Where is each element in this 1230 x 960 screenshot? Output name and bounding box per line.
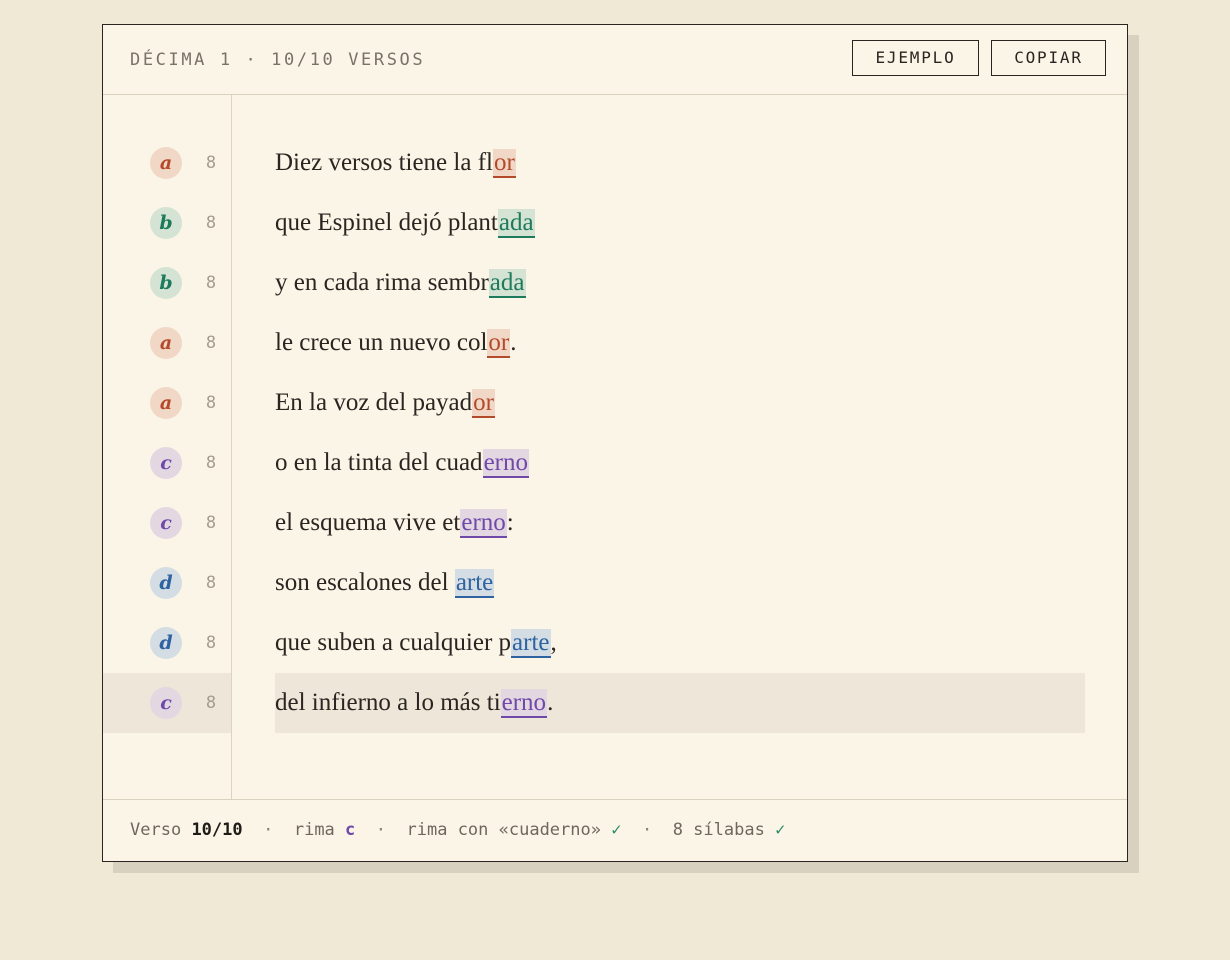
verse-punctuation: . xyxy=(547,689,554,716)
rhyme-ending: erno xyxy=(460,509,507,538)
verse-text: y en cada rima sembr xyxy=(275,269,489,296)
status-separator: · xyxy=(641,820,653,840)
rhyme-ending: ada xyxy=(488,269,526,298)
verse-line[interactable]: Diez versos tiene la flor xyxy=(275,133,1085,193)
verse-line[interactable]: el esquema vive eterno: xyxy=(275,493,1085,553)
status-separator: · xyxy=(263,820,274,840)
rhyme-badge: c xyxy=(150,687,182,719)
rhyme-ending: arte xyxy=(511,629,551,658)
rhyme-badge: d xyxy=(150,627,182,659)
rhyme-ending: erno xyxy=(482,449,529,478)
rhyme-badge: b xyxy=(150,207,182,239)
syllable-count: 8 xyxy=(205,213,217,233)
rhyme-ending: erno xyxy=(500,689,548,718)
gutter-row: c8 xyxy=(103,673,231,733)
gutter-row: b8 xyxy=(103,253,231,313)
decima-title: DÉCIMA 1 · 10/10 VERSOS xyxy=(130,50,426,70)
gutter-row: b8 xyxy=(103,193,231,253)
status-separator: · xyxy=(375,820,387,840)
syllable-count: 8 xyxy=(205,453,217,473)
verse-punctuation: . xyxy=(510,329,517,356)
verse-text: son escalones del xyxy=(275,569,455,596)
status-rhymes-with: rima con «cuaderno» xyxy=(406,820,601,840)
status-verse-count: 10/10 xyxy=(191,820,243,840)
verse-line[interactable]: que Espinel dejó plantada xyxy=(275,193,1085,253)
verse-line[interactable]: y en cada rima sembrada xyxy=(275,253,1085,313)
rhyme-ending: arte xyxy=(454,569,495,598)
syllable-count: 8 xyxy=(205,333,217,353)
verse-text: el esquema vive et xyxy=(275,509,461,536)
syllable-count: 8 xyxy=(205,693,217,713)
verse-line[interactable]: del infierno a lo más tierno. xyxy=(275,673,1085,733)
rhyme-badge: b xyxy=(150,267,182,299)
copy-button[interactable]: COPIAR xyxy=(991,40,1106,76)
check-icon: ✓ xyxy=(611,820,622,840)
verse-editor[interactable]: Diez versos tiene la flor que Espinel dej… xyxy=(232,95,1127,799)
gutter-row: a8 xyxy=(103,313,231,373)
gutter-row: d8 xyxy=(103,613,231,673)
verse-line[interactable]: le crece un nuevo color. xyxy=(275,313,1085,373)
decima-editor-card: DÉCIMA 1 · 10/10 VERSOS EJEMPLO COPIAR a… xyxy=(102,24,1128,862)
syllable-count: 8 xyxy=(205,393,217,413)
syllable-count: 8 xyxy=(205,153,217,173)
verse-text: que Espinel dejó plant xyxy=(275,209,498,236)
syllable-count: 8 xyxy=(205,273,217,293)
verse-text: Diez versos tiene la fl xyxy=(275,149,493,176)
rhyme-gutter: a8b8b8a8a8c8c8d8d8c8 xyxy=(103,95,232,799)
rhyme-ending: ada xyxy=(497,209,535,238)
rhyme-ending: or xyxy=(472,389,495,418)
verse-text: le crece un nuevo col xyxy=(275,329,488,356)
status-rhyme-letter: c xyxy=(345,820,356,840)
gutter-row: a8 xyxy=(103,373,231,433)
check-icon: ✓ xyxy=(775,820,786,840)
editor-header: DÉCIMA 1 · 10/10 VERSOS EJEMPLO COPIAR xyxy=(103,25,1127,95)
status-line: Verso 10/10 · rima c · rima con «cuadern… xyxy=(130,819,785,841)
status-syllables: 8 sílabas xyxy=(672,820,765,840)
status-bar: Verso 10/10 · rima c · rima con «cuadern… xyxy=(103,799,1127,862)
rhyme-badge: c xyxy=(150,447,182,479)
verse-text: En la voz del payad xyxy=(275,389,473,416)
syllable-count: 8 xyxy=(205,573,217,593)
verse-line[interactable]: que suben a cualquier parte, xyxy=(275,613,1085,673)
verse-text: o en la tinta del cuad xyxy=(275,449,483,476)
rhyme-badge: a xyxy=(150,387,182,419)
verse-line[interactable]: o en la tinta del cuaderno xyxy=(275,433,1085,493)
verse-punctuation: , xyxy=(550,629,557,656)
syllable-count: 8 xyxy=(205,513,217,533)
rhyme-badge: c xyxy=(150,507,182,539)
rhyme-badge: a xyxy=(150,147,182,179)
example-button[interactable]: EJEMPLO xyxy=(852,40,979,76)
verse-line[interactable]: En la voz del payador xyxy=(275,373,1085,433)
verse-text: que suben a cualquier p xyxy=(275,629,512,656)
verse-line[interactable]: son escalones del arte xyxy=(275,553,1085,613)
rhyme-badge: d xyxy=(150,567,182,599)
verse-text: del infierno a lo más ti xyxy=(275,689,501,716)
rhyme-badge: a xyxy=(150,327,182,359)
status-verse-label: Verso xyxy=(130,820,182,840)
verse-punctuation: : xyxy=(506,509,514,536)
rhyme-ending: or xyxy=(492,149,516,178)
syllable-count: 8 xyxy=(205,633,217,653)
gutter-row: c8 xyxy=(103,493,231,553)
status-rhyme-label: rima xyxy=(293,820,335,840)
gutter-row: c8 xyxy=(103,433,231,493)
rhyme-ending: or xyxy=(487,329,511,358)
gutter-row: d8 xyxy=(103,553,231,613)
gutter-row: a8 xyxy=(103,133,231,193)
